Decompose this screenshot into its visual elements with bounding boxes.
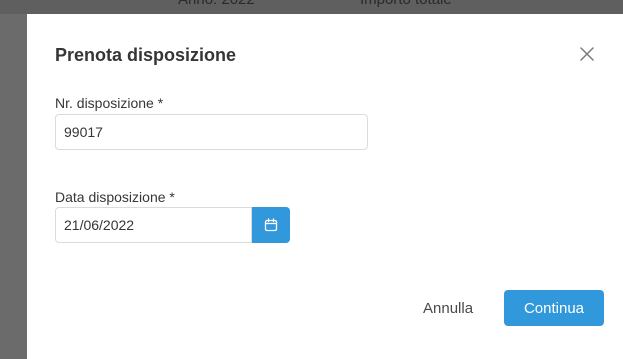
nr-disposizione-input[interactable] — [55, 114, 368, 150]
close-icon — [580, 47, 594, 61]
prenota-disposizione-dialog: Prenota disposizione Nr. disposizione * … — [27, 14, 623, 359]
calendar-icon — [264, 218, 278, 232]
background-column-header: Anno: 2022 — [178, 0, 255, 8]
background-column-header: Importo totale — [360, 0, 452, 8]
continue-button[interactable]: Continua — [504, 290, 604, 326]
data-disposizione-label: Data disposizione * — [55, 189, 175, 205]
nr-disposizione-label: Nr. disposizione * — [55, 95, 164, 111]
cancel-button[interactable]: Annulla — [417, 290, 479, 326]
data-disposizione-input[interactable] — [55, 207, 252, 243]
dialog-title: Prenota disposizione — [55, 45, 237, 65]
date-picker-button[interactable] — [252, 207, 290, 243]
background-page: Anno: 2022 Importo totale — [0, 0, 623, 14]
close-button[interactable] — [577, 44, 597, 64]
